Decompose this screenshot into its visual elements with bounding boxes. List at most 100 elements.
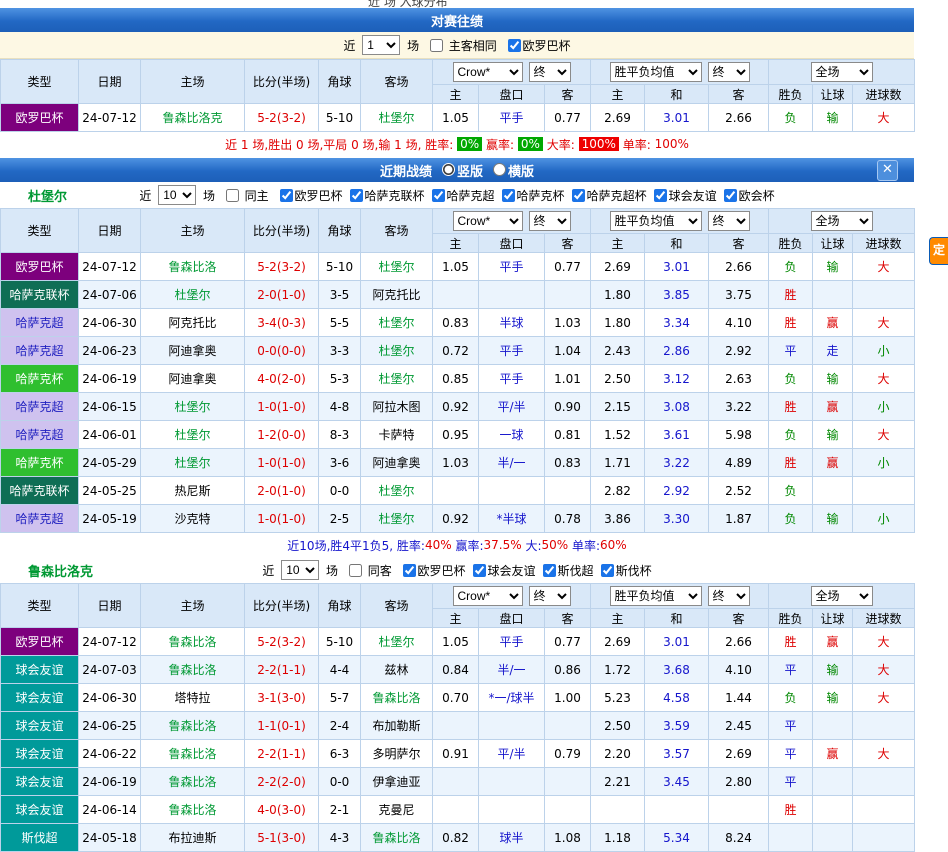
away-team[interactable]: 杜堡尔 <box>361 628 433 656</box>
home-team[interactable]: 鲁森比洛克 <box>141 104 245 132</box>
home-team[interactable]: 杜堡尔 <box>141 393 245 421</box>
home-team[interactable]: 鲁森比洛 <box>141 740 245 768</box>
league-filter-checkbox[interactable] <box>473 564 486 577</box>
league-cell[interactable]: 球会友谊 <box>1 684 79 712</box>
away-team[interactable]: 杜堡尔 <box>361 309 433 337</box>
home-team[interactable]: 杜堡尔 <box>141 421 245 449</box>
league-cell[interactable]: 欧罗巴杯 <box>1 104 79 132</box>
league-filter-checkbox[interactable] <box>432 189 445 202</box>
same-venue-checkbox[interactable] <box>430 39 443 52</box>
ah-final-select[interactable]: 终 <box>529 211 571 231</box>
away-team[interactable]: 杜堡尔 <box>361 365 433 393</box>
away-team[interactable]: 卡萨特 <box>361 421 433 449</box>
close-button[interactable]: ✕ <box>877 160 898 181</box>
home-team[interactable]: 杜堡尔 <box>141 449 245 477</box>
league-cell[interactable]: 斯伐超 <box>1 824 79 852</box>
league-filter-checkbox[interactable] <box>350 189 363 202</box>
recent-count-select[interactable]: 10 <box>158 185 196 205</box>
home-team[interactable]: 杜堡尔 <box>141 281 245 309</box>
league-cell[interactable]: 球会友谊 <box>1 796 79 824</box>
away-team[interactable]: 克曼尼 <box>361 796 433 824</box>
same-venue-checkbox[interactable] <box>349 564 362 577</box>
league-filter-checkbox[interactable] <box>508 39 521 52</box>
league-cell[interactable]: 球会友谊 <box>1 656 79 684</box>
odds-final-select[interactable]: 终 <box>708 586 750 606</box>
league-cell[interactable]: 哈萨克联杯 <box>1 281 79 309</box>
ah-final-select[interactable]: 终 <box>529 586 571 606</box>
league-filter-checkbox[interactable] <box>280 189 293 202</box>
league-cell[interactable]: 哈萨克杯 <box>1 449 79 477</box>
league-cell[interactable]: 哈萨克杯 <box>1 365 79 393</box>
odds-final-select[interactable]: 终 <box>708 211 750 231</box>
league-cell[interactable]: 哈萨克联杯 <box>1 477 79 505</box>
away-team[interactable]: 杜堡尔 <box>361 337 433 365</box>
home-team[interactable]: 鲁森比洛 <box>141 768 245 796</box>
league-filter-checkbox[interactable] <box>502 189 515 202</box>
odds-final-select[interactable]: 终 <box>708 62 750 82</box>
home-team[interactable]: 鲁森比洛 <box>141 656 245 684</box>
home-team[interactable]: 阿迪拿奥 <box>141 337 245 365</box>
league-cell[interactable]: 球会友谊 <box>1 740 79 768</box>
away-team[interactable]: 杜堡尔 <box>361 104 433 132</box>
league-filter-checkbox[interactable] <box>601 564 614 577</box>
scope-select[interactable]: 全场 <box>811 211 873 231</box>
league-filter-checkbox[interactable] <box>572 189 585 202</box>
league-cell[interactable]: 欧罗巴杯 <box>1 253 79 281</box>
team1-name[interactable]: 杜堡尔 <box>28 186 67 205</box>
league-cell[interactable]: 哈萨克超 <box>1 421 79 449</box>
odds-mode-select[interactable]: 胜平负均值 <box>610 586 702 606</box>
away-team[interactable]: 阿拉木图 <box>361 393 433 421</box>
away-team[interactable]: 杜堡尔 <box>361 505 433 533</box>
away-team[interactable]: 伊拿迪亚 <box>361 768 433 796</box>
away-team[interactable]: 杜堡尔 <box>361 253 433 281</box>
odds-mode-select[interactable]: 胜平负均值 <box>610 62 702 82</box>
home-team[interactable]: 鲁森比洛 <box>141 253 245 281</box>
recent-count-select[interactable]: 10 <box>281 560 319 580</box>
same-venue-checkbox[interactable] <box>226 189 239 202</box>
home-team[interactable]: 阿克托比 <box>141 309 245 337</box>
ah-line: 一球 <box>479 421 545 449</box>
home-team[interactable]: 阿迪拿奥 <box>141 365 245 393</box>
summary-part: 50% <box>541 538 568 552</box>
view-vertical-radio[interactable]: 竖版 <box>432 161 483 180</box>
odds-company-select[interactable]: Crow* <box>453 586 523 606</box>
league-cell[interactable]: 哈萨克超 <box>1 505 79 533</box>
home-team[interactable]: 沙克特 <box>141 505 245 533</box>
vertical-radio-input[interactable] <box>442 163 455 176</box>
home-team[interactable]: 鲁森比洛 <box>141 712 245 740</box>
away-team[interactable]: 杜堡尔 <box>361 477 433 505</box>
home-team[interactable]: 塔特拉 <box>141 684 245 712</box>
home-team[interactable]: 布拉迪斯 <box>141 824 245 852</box>
view-horizontal-radio[interactable]: 横版 <box>483 161 534 180</box>
league-cell[interactable]: 球会友谊 <box>1 768 79 796</box>
away-team[interactable]: 阿迪拿奥 <box>361 449 433 477</box>
scope-select[interactable]: 全场 <box>811 62 873 82</box>
home-team[interactable]: 鲁森比洛 <box>141 796 245 824</box>
away-team[interactable]: 布加勒斯 <box>361 712 433 740</box>
home-team[interactable]: 热尼斯 <box>141 477 245 505</box>
odds-mode-select[interactable]: 胜平负均值 <box>610 211 702 231</box>
scope-select[interactable]: 全场 <box>811 586 873 606</box>
league-filter-checkbox[interactable] <box>403 564 416 577</box>
league-filter-checkbox[interactable] <box>654 189 667 202</box>
away-team[interactable]: 鲁森比洛 <box>361 684 433 712</box>
league-cell[interactable]: 欧罗巴杯 <box>1 628 79 656</box>
away-team[interactable]: 阿克托比 <box>361 281 433 309</box>
horizontal-radio-input[interactable] <box>493 163 506 176</box>
floating-side-tab[interactable]: 定 <box>929 237 948 265</box>
team2-name[interactable]: 鲁森比洛克 <box>28 561 93 580</box>
league-cell[interactable]: 哈萨克超 <box>1 393 79 421</box>
odds-company-select[interactable]: Crow* <box>453 211 523 231</box>
league-cell[interactable]: 哈萨克超 <box>1 309 79 337</box>
away-team[interactable]: 鲁森比洛 <box>361 824 433 852</box>
ah-final-select[interactable]: 终 <box>529 62 571 82</box>
recent-count-select[interactable]: 1 <box>362 35 400 55</box>
odds-company-select[interactable]: Crow* <box>453 62 523 82</box>
away-team[interactable]: 兹林 <box>361 656 433 684</box>
away-team[interactable]: 多明萨尔 <box>361 740 433 768</box>
league-filter-checkbox[interactable] <box>724 189 737 202</box>
league-cell[interactable]: 球会友谊 <box>1 712 79 740</box>
league-cell[interactable]: 哈萨克超 <box>1 337 79 365</box>
home-team[interactable]: 鲁森比洛 <box>141 628 245 656</box>
league-filter-checkbox[interactable] <box>543 564 556 577</box>
